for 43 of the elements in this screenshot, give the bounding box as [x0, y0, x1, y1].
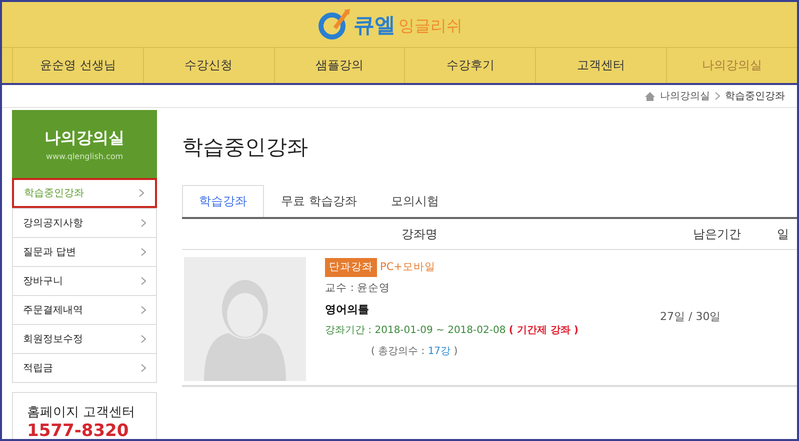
home-icon[interactable] [645, 92, 655, 100]
platform-label: PC+모바일 [380, 260, 436, 275]
course-type-badge: 단과강좌 [325, 258, 377, 277]
teacher-name: 교수 : 윤순영 [325, 281, 392, 296]
course-period: 강좌기간 : 2018-01-09 ~ 2018-02-08 ( 기간제 강좌 ) [325, 324, 580, 338]
sidebar-title: 나의강의실 [44, 128, 124, 148]
sidebar-item[interactable]: 적립금 [13, 353, 156, 382]
chevron-icon [141, 306, 146, 314]
sidebar-url: www.qlenglish.com [46, 152, 124, 160]
chevron-icon [141, 277, 146, 285]
sidebar-item[interactable]: 회원정보수정 [13, 324, 156, 353]
nav-item[interactable]: 수강신청 [142, 48, 274, 83]
chevron-icon [715, 92, 720, 100]
chevron-icon [139, 189, 144, 197]
nav-item[interactable]: 윤순영 선생님 [12, 48, 143, 83]
column-header: 강좌명 [400, 226, 438, 242]
chevron-icon [141, 248, 146, 256]
nav-item[interactable]: 수강후기 [404, 48, 536, 83]
chevron-icon [141, 364, 146, 372]
remaining-period: 27일 / 30일 [660, 309, 721, 324]
sidebar-item[interactable]: 강의공지사항 [13, 208, 156, 237]
total-lectures: ( 총강의수 : 17강 ) [370, 345, 459, 359]
course-title: 영어의틀 [325, 302, 370, 318]
logo-subtext: 잉글리쉬 [398, 16, 462, 37]
support-phone: 1577-8320 [27, 421, 130, 439]
magnifier-logo-icon [316, 8, 350, 42]
sidebar-item[interactable]: 질문과 답변 [13, 237, 156, 266]
sidebar-item[interactable]: 장바구니 [13, 266, 156, 295]
tab[interactable]: 모의시험 [374, 185, 456, 217]
support-title: 홈페이지 고객센터 [27, 404, 136, 421]
breadcrumb-item[interactable]: 나의강의실 [660, 89, 710, 103]
column-header: 일 [777, 226, 790, 242]
nav-item[interactable]: 고객센터 [535, 48, 666, 83]
chevron-icon [141, 335, 146, 343]
logo-text: 큐엘 [354, 12, 396, 38]
nav-item[interactable]: 샘플강의 [274, 48, 404, 83]
tab[interactable]: 학습강좌 [182, 185, 264, 217]
chevron-icon [141, 219, 146, 227]
page-title: 학습중인강좌 [182, 134, 309, 161]
sidebar-item[interactable]: 주문결제내역 [13, 295, 156, 324]
column-header: 남은기간 [692, 226, 742, 242]
tab[interactable]: 무료 학습강좌 [264, 185, 374, 217]
breadcrumb-item: 학습중인강좌 [725, 90, 785, 103]
